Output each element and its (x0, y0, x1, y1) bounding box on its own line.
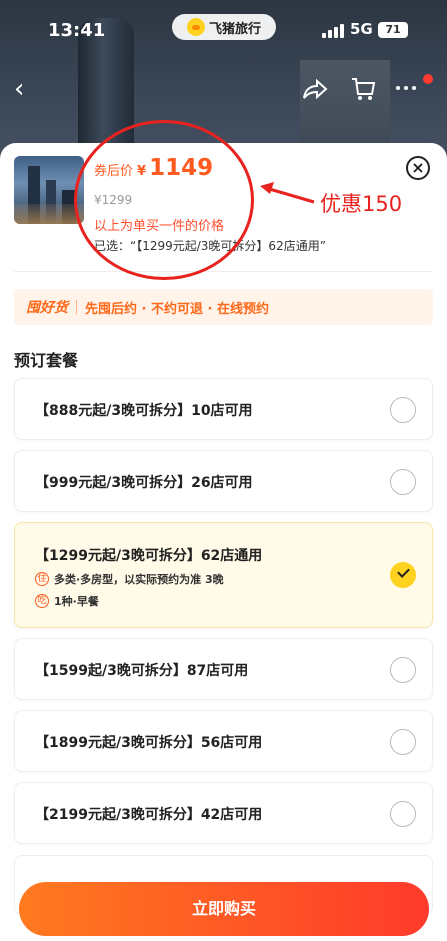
cart-icon[interactable] (350, 76, 376, 106)
close-icon[interactable]: × (406, 156, 430, 180)
annotation-arrow-icon (256, 180, 316, 214)
annotation-circle (74, 120, 254, 280)
notification-dot (423, 74, 433, 84)
radio-icon[interactable] (390, 657, 416, 683)
promo-banner: 囤好货 先囤后约 · 不约可退 · 在线预约 (14, 289, 433, 325)
package-label: 【2199元起/3晚可拆分】42店可用 (35, 807, 263, 823)
package-detail: 吃 1种·早餐 (35, 593, 99, 609)
more-icon[interactable] (396, 86, 416, 90)
package-option[interactable]: 【2199元起/3晚可拆分】42店可用 (14, 782, 433, 844)
radio-icon[interactable] (390, 397, 416, 423)
package-label: 【1599起/3晚可拆分】87店可用 (35, 663, 249, 679)
package-label: 【888元起/3晚可拆分】10店可用 (35, 403, 253, 419)
network-type: 5G (350, 20, 373, 38)
battery-icon: 71 (378, 22, 408, 38)
annotation-text: 优惠150 (320, 192, 403, 216)
buy-now-button[interactable]: 立即购买 (19, 882, 429, 936)
back-icon[interactable]: ‹ (14, 76, 24, 102)
divider (14, 271, 433, 272)
meal-tag: 吃 (35, 594, 49, 608)
app-name: 飞猪旅行 (208, 21, 261, 37)
check-icon[interactable] (390, 562, 416, 588)
package-detail-text: 多类·多房型，以实际预约为准 3晚 (54, 573, 224, 586)
package-option[interactable]: 【1599起/3晚可拆分】87店可用 (14, 638, 433, 700)
radio-icon[interactable] (390, 801, 416, 827)
app-logo-icon (186, 18, 205, 36)
package-label: 【1299元起/3晚可拆分】62店通用 (35, 548, 263, 564)
package-option[interactable]: 【999元起/3晚可拆分】26店可用 (14, 450, 433, 512)
signal-icon (322, 24, 344, 38)
radio-icon[interactable] (390, 469, 416, 495)
promo-text: 先囤后约 · 不约可退 · 在线预约 (85, 301, 269, 317)
package-option[interactable]: 【888元起/3晚可拆分】10店可用 (14, 378, 433, 440)
section-title: 预订套餐 (14, 351, 79, 370)
app-pill[interactable]: 飞猪旅行 (172, 14, 276, 40)
package-label: 【999元起/3晚可拆分】26店可用 (35, 475, 253, 491)
package-detail: 住 多类·多房型，以实际预约为准 3晚 (35, 571, 224, 587)
radio-icon[interactable] (390, 729, 416, 755)
status-bar: 13:41 飞猪旅行 5G 71 (0, 0, 447, 60)
package-option-selected[interactable]: 【1299元起/3晚可拆分】62店通用 住 多类·多房型，以实际预约为准 3晚 … (14, 522, 433, 628)
stay-tag: 住 (35, 572, 49, 586)
product-thumbnail (14, 156, 84, 224)
sku-sheet: 券后价 ¥ 1149 ¥1299 以上为单买一件的价格 已选：“【1299元起/… (0, 143, 447, 941)
promo-badge: 囤好货 (26, 300, 68, 316)
package-label: 【1899元起/3晚可拆分】56店可用 (35, 735, 263, 751)
package-option[interactable]: 【1899元起/3晚可拆分】56店可用 (14, 710, 433, 772)
package-detail-text: 1种·早餐 (54, 595, 99, 608)
promo-separator (76, 300, 77, 314)
share-icon[interactable] (302, 78, 328, 104)
status-time: 13:41 (48, 20, 106, 41)
